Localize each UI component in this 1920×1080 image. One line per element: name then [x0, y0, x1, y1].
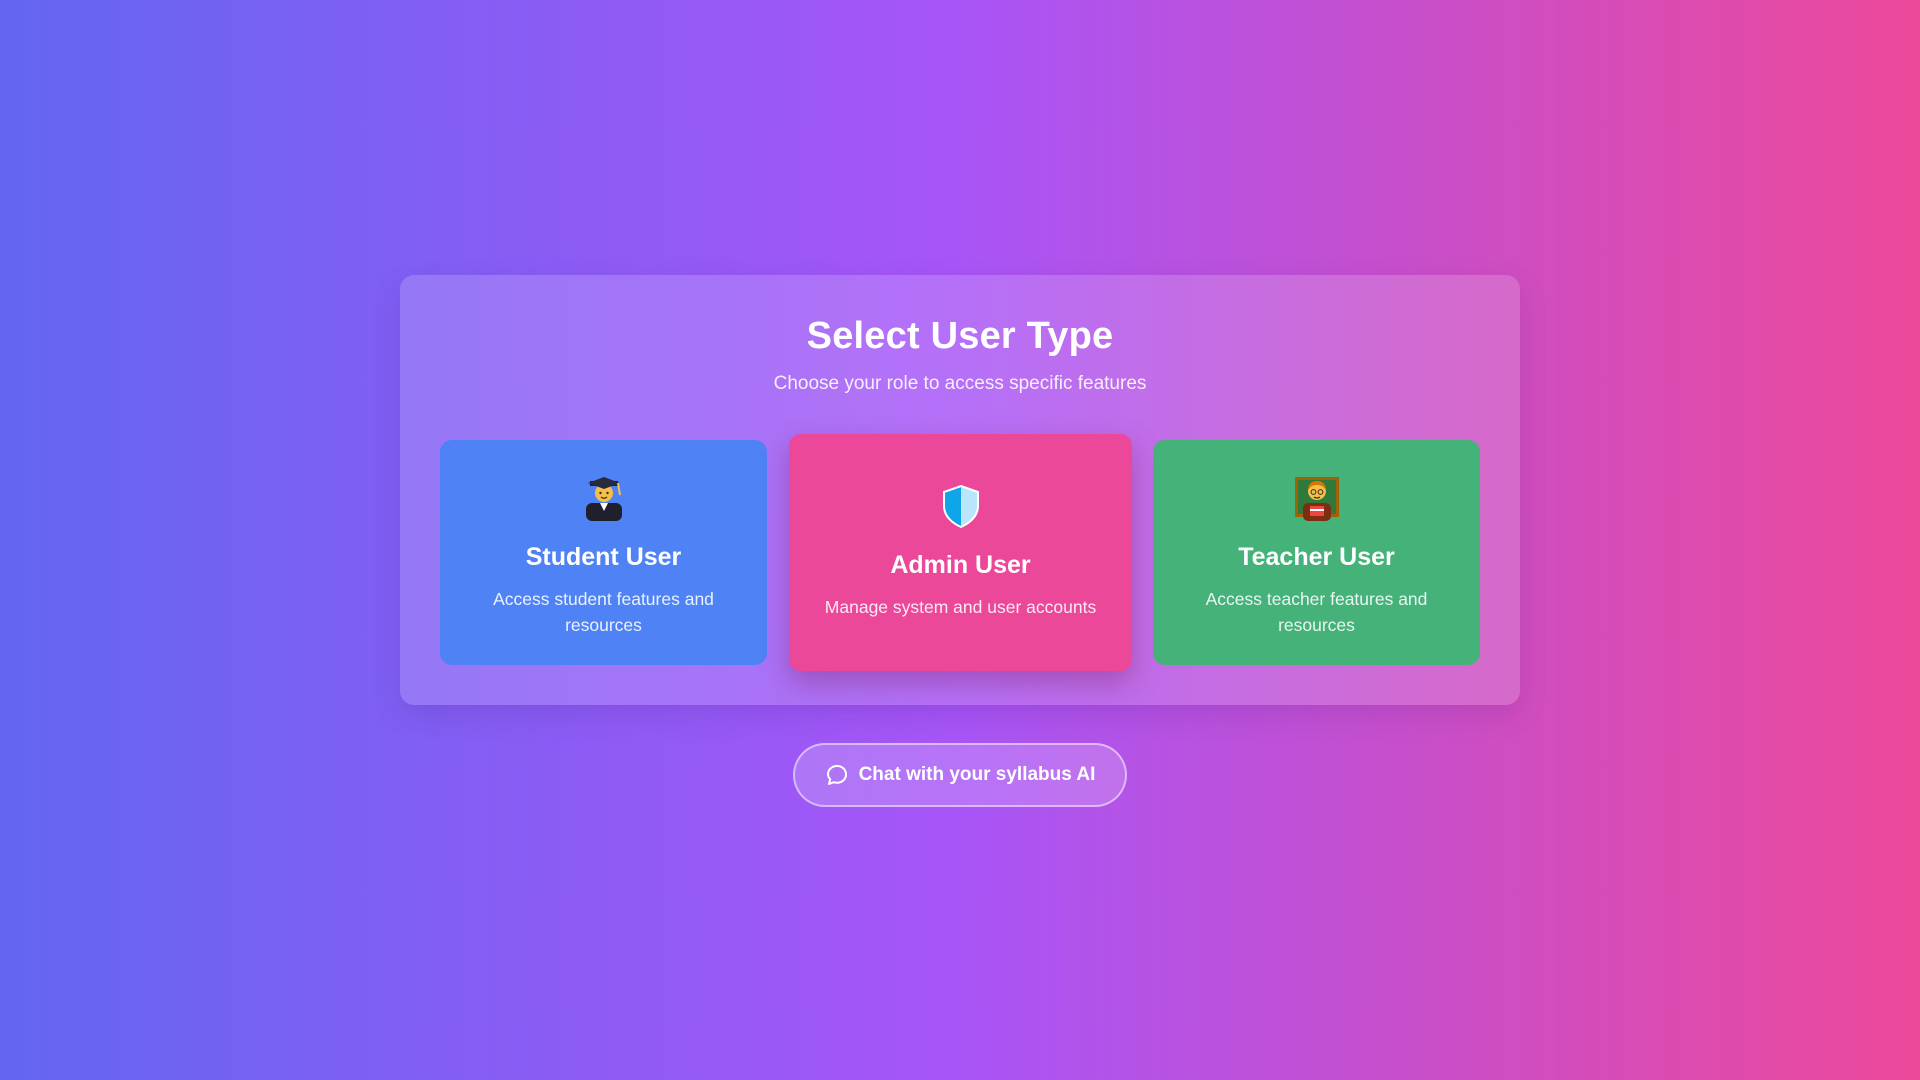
teacher-user-card[interactable]: Teacher User Access teacher features and…	[1153, 440, 1480, 665]
card-description: Access teacher features and resources	[1205, 589, 1428, 635]
user-type-panel: Select User Type Choose your role to acc…	[400, 275, 1520, 705]
admin-user-card[interactable]: Admin User Manage system and user accoun…	[789, 434, 1132, 671]
student-user-card[interactable]: Student User Access student features and…	[440, 440, 767, 665]
card-description: Manage system and user accounts	[824, 597, 1097, 617]
teacher-icon	[1294, 477, 1339, 521]
chat-bubble-icon	[826, 765, 847, 785]
card-description: Access student features and resources	[493, 589, 714, 635]
page-subtitle: Choose your role to access specific feat…	[773, 373, 1147, 394]
shield-icon	[942, 484, 979, 529]
chat-button-label: Chat with your syllabus AI	[858, 764, 1096, 785]
card-title: Student User	[525, 543, 682, 571]
card-title: Admin User	[890, 551, 1031, 579]
page-title: Select User Type	[806, 315, 1114, 357]
card-title: Teacher User	[1238, 543, 1395, 571]
chat-syllabus-ai-button[interactable]: Chat with your syllabus AI	[793, 743, 1127, 807]
student-graduate-icon	[585, 477, 622, 521]
